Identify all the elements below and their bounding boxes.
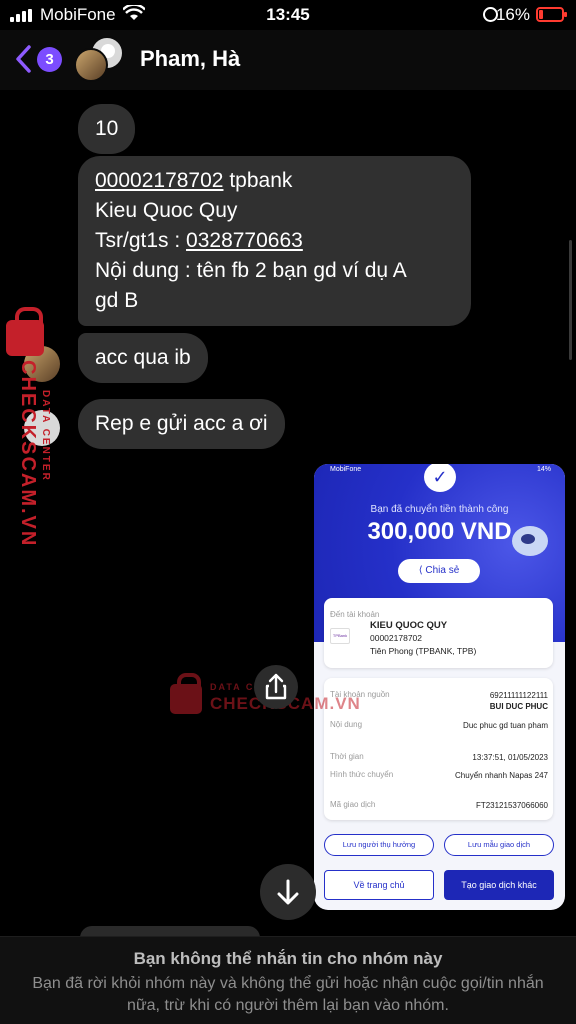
detail-key: Mã giao dịch <box>330 800 376 809</box>
notice-body: Bạn đã rời khỏi nhóm này và không thể gử… <box>32 975 544 1014</box>
message-bubble[interactable]: acc qua ib <box>78 333 208 383</box>
share-button[interactable] <box>254 665 298 709</box>
message-text: Kieu Quoc Quy <box>95 199 238 222</box>
group-avatar[interactable] <box>74 36 126 82</box>
detail-key: Hình thức chuyển <box>330 770 394 779</box>
receipt-carrier: MobiFone <box>330 466 362 473</box>
message-bubble[interactable]: 00002178702 tpbank Kieu Quoc Quy Tsr/gt1… <box>78 156 471 326</box>
message-text: Tsr/gt1s : <box>95 229 187 252</box>
recipient-card: Đến tài khoản TPBank KIEU QUOC QUY 00002… <box>324 598 553 668</box>
save-payee-label: Lưu người thụ hưởng <box>342 840 416 849</box>
account-number-link[interactable]: 00002178702 <box>95 169 223 192</box>
save-payee-button: Lưu người thụ hưởng <box>324 834 434 856</box>
recipient-bank: Tiên Phong (TPBANK, TPB) <box>370 646 477 656</box>
avatar <box>74 48 108 82</box>
detail-value: FT23121537066060 <box>475 801 548 810</box>
message-text: Nội dung : tên fb 2 bạn gd ví dụ A <box>95 259 407 282</box>
watermark-logo: CHECKSCAM.VN DATA CENTER <box>6 307 58 560</box>
lock-icon <box>170 673 202 714</box>
notice-heading: Bạn không thể nhắn tin cho nhóm này <box>133 949 443 968</box>
share-label: Chia sẻ <box>425 565 460 576</box>
receipt-battery: 14% <box>536 466 551 473</box>
chat-header: 3 Pham, Hà <box>0 30 576 90</box>
recipient-label: Đến tài khoản <box>330 610 380 619</box>
recipient-account: 00002178702 <box>370 633 423 643</box>
success-label: Bạn đã chuyển tiền thành công <box>370 504 509 515</box>
message-text: acc qua ib <box>95 346 191 369</box>
status-bar: MobiFone 13:45 16% <box>0 0 576 30</box>
chat-title[interactable]: Pham, Hà <box>140 46 240 72</box>
detail-value: Chuyển nhanh Napas 247 <box>455 771 548 780</box>
detail-value: Duc phuc gd tuan pham <box>463 721 548 730</box>
message-text: 10 <box>95 117 119 140</box>
recipient-name: KIEU QUOC QUY <box>370 620 448 631</box>
phone-number-link[interactable]: 0328770663 <box>186 229 303 252</box>
detail-value: 13:37:51, 01/05/2023 <box>472 753 548 762</box>
bank-logo: TPBank <box>330 628 350 644</box>
group-left-notice: Bạn không thể nhắn tin cho nhóm này Bạn … <box>0 936 576 1024</box>
watermark-subtext: DATA CENTER <box>40 390 51 482</box>
back-chevron-icon[interactable] <box>14 44 34 74</box>
save-template-label: Lưu mẫu giao dịch <box>467 840 531 849</box>
home-button: Về trang chủ <box>324 870 434 900</box>
message-text: Rep e gửi acc a ơi <box>95 412 268 435</box>
scrollbar[interactable] <box>569 240 572 360</box>
unread-badge[interactable]: 3 <box>37 47 62 72</box>
arrow-down-icon <box>277 879 299 905</box>
mascot-icon <box>512 526 548 556</box>
detail-key: Thời gian <box>330 752 364 761</box>
detail-value: 69211111122111 <box>489 691 548 700</box>
battery-percent: 16% <box>495 5 530 24</box>
battery-icon <box>536 7 567 22</box>
message-bubble[interactable]: 10 <box>78 104 136 154</box>
new-transaction-button: Tạo giao dịch khác <box>444 870 554 900</box>
detail-key: Nội dung <box>330 720 363 729</box>
share-button: ⟨ Chia sẻ <box>398 559 480 583</box>
message-text: tpbank <box>223 169 293 192</box>
detail-value: BUI DUC PHUC <box>489 702 548 711</box>
lock-icon <box>6 307 44 356</box>
share-icon <box>265 673 287 700</box>
scroll-to-bottom-button[interactable] <box>260 864 316 920</box>
message-text: gd B <box>95 289 139 312</box>
success-check-icon: ✓ <box>424 464 456 492</box>
save-template-button: Lưu mẫu giao dịch <box>444 834 554 856</box>
message-bubble[interactable]: Rep e gửi acc a ơi <box>78 399 285 449</box>
watermark-text: CHECKSCAM.VN <box>17 360 39 548</box>
